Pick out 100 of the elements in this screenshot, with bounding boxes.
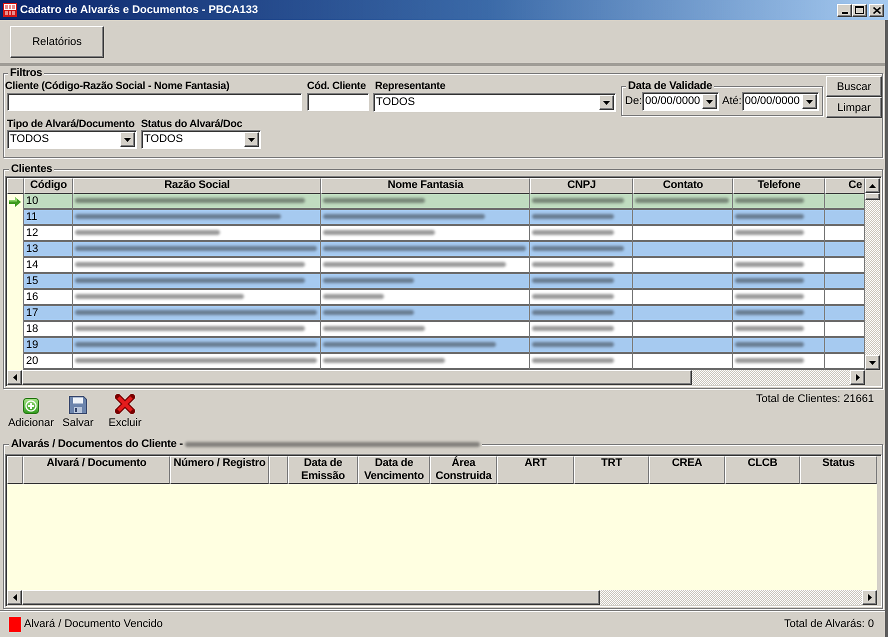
column-header: Código	[24, 178, 73, 194]
column-header: TRT	[574, 456, 649, 484]
scroll-right-button[interactable]	[850, 370, 865, 385]
scrollbar-thumb[interactable]	[22, 590, 600, 605]
table-row[interactable]: 15	[7, 274, 865, 290]
blurred-text	[735, 326, 804, 331]
scroll-down-button[interactable]	[865, 355, 880, 370]
column-header: CLCB	[725, 456, 800, 484]
legend-swatch-icon	[9, 616, 21, 632]
blurred-text	[735, 262, 804, 267]
dropdown[interactable]: TODOS	[7, 130, 137, 149]
group-title: Alvarás / Documentos do Cliente -	[11, 438, 183, 450]
close-icon	[872, 6, 880, 14]
table-row[interactable]: 18	[7, 322, 865, 338]
window-title: Cadatro de Alvarás e Documentos - PBCA133	[20, 4, 258, 16]
field-label: Cliente (Código-Razão Social - Nome Fantasia)	[5, 80, 230, 93]
column-header: Data de Emissão	[288, 456, 358, 484]
column-header: Nome Fantasia	[321, 178, 530, 194]
table-row[interactable]: 11	[7, 210, 865, 226]
table-row[interactable]: 20	[7, 354, 865, 370]
scrollbar-track[interactable]	[7, 590, 877, 605]
dropdown[interactable]: TODOS	[373, 93, 616, 112]
arrow-left-icon	[12, 594, 16, 601]
column-header: Razão Social	[73, 178, 321, 194]
text-input[interactable]	[7, 93, 302, 111]
scrollbar-thumb[interactable]	[22, 370, 692, 385]
dropdown-button[interactable]	[120, 132, 135, 147]
caret-down-icon	[603, 100, 610, 104]
maximize-button[interactable]	[852, 4, 867, 16]
arrow-right-icon	[868, 594, 872, 601]
app-logo-icon	[3, 3, 17, 17]
column-header: Status	[800, 456, 877, 484]
dropdown-button[interactable]	[599, 95, 614, 110]
group-title: Clientes	[9, 163, 54, 175]
table-row[interactable]: 13	[7, 242, 865, 258]
text-input[interactable]	[307, 93, 369, 111]
scrollbar-track[interactable]	[865, 178, 880, 370]
arrow-right-icon	[856, 374, 860, 381]
table-row[interactable]: 16	[7, 290, 865, 306]
column-header: Contato	[633, 178, 733, 194]
scroll-up-button[interactable]	[865, 178, 880, 193]
table-row[interactable]: 17	[7, 306, 865, 322]
scrollbar-thumb[interactable]	[865, 193, 880, 200]
blurred-text	[735, 342, 804, 347]
dropdown-button[interactable]	[802, 94, 817, 109]
count-text: Total de Clientes: 21661	[756, 393, 874, 406]
clear-button[interactable]: Limpar	[826, 97, 882, 118]
scroll-left-button[interactable]	[7, 370, 22, 385]
save-button[interactable]: Salvar	[55, 389, 101, 430]
blurred-text	[323, 294, 384, 299]
field-label: Representante	[375, 80, 446, 93]
scroll-left-button[interactable]	[7, 590, 22, 605]
minimize-button[interactable]	[837, 4, 852, 16]
table-row[interactable]: 19	[7, 338, 865, 354]
column-header: Telefone	[733, 178, 825, 194]
blurred-text	[735, 310, 804, 315]
column-header: CREA	[649, 456, 725, 484]
caret-down-icon	[248, 138, 255, 142]
column-header: Área Construida	[430, 456, 497, 484]
column-header: ART	[497, 456, 574, 484]
search-button[interactable]: Buscar	[826, 76, 882, 97]
column-header: Ce	[825, 178, 865, 194]
plus-icon	[23, 398, 39, 414]
dropdown[interactable]: TODOS	[141, 130, 261, 149]
toolbar-button[interactable]: Relatórios	[10, 26, 104, 58]
field-label: Até:	[722, 95, 742, 108]
dropdown[interactable]: 00/00/0000	[742, 92, 819, 111]
field-label: De:	[625, 95, 642, 108]
cross-icon	[115, 394, 135, 414]
blurred-text	[735, 358, 804, 363]
column-header: Número / Registro	[170, 456, 269, 484]
column-header: Alvará / Documento	[23, 456, 170, 484]
scrollbar-track[interactable]	[7, 370, 865, 385]
legend-label: Alvará / Documento Vencido	[24, 618, 163, 630]
table-row[interactable]: 14	[7, 258, 865, 274]
delete-button[interactable]: Excluir	[102, 389, 148, 430]
column-header: Data de Vencimento	[358, 456, 430, 484]
maximize-icon	[855, 6, 864, 14]
dropdown-button[interactable]	[702, 94, 718, 109]
blurred-text	[735, 214, 804, 219]
dropdown[interactable]: 00/00/0000	[642, 92, 720, 111]
pointer-arrow-icon	[9, 197, 21, 207]
scroll-right-button[interactable]	[862, 590, 877, 605]
field-label: Cód. Cliente	[307, 80, 366, 93]
blurred-text	[735, 198, 804, 203]
arrow-up-icon	[869, 184, 876, 188]
table-row[interactable]: 12	[7, 226, 865, 242]
blurred-text	[735, 230, 804, 235]
caret-down-icon	[124, 138, 131, 142]
table-row[interactable]: 10	[7, 194, 865, 210]
dropdown-button[interactable]	[244, 132, 259, 147]
arrow-down-icon	[869, 360, 876, 364]
blurred-text	[735, 294, 804, 299]
group-title: Data de Validade	[626, 80, 714, 92]
column-header: CNPJ	[530, 178, 633, 194]
field-label: Status do Alvará/Doc	[141, 118, 242, 130]
close-button[interactable]	[869, 4, 884, 16]
count-text: Total de Alvarás: 0	[784, 618, 874, 630]
add-button[interactable]: Adicionar	[8, 389, 54, 430]
group-title: Filtros	[8, 67, 44, 79]
